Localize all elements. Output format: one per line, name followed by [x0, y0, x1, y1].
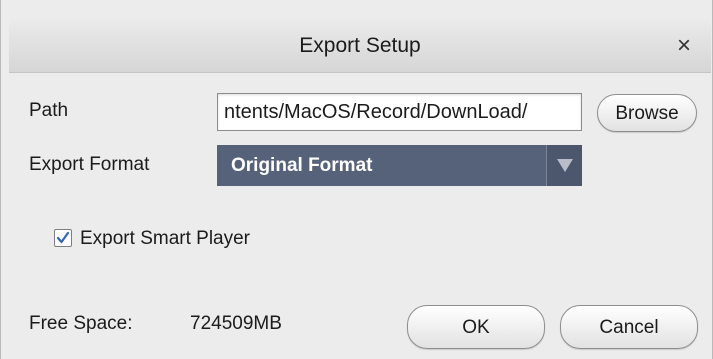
export-format-value: Original Format — [231, 155, 373, 176]
close-icon[interactable]: × — [669, 18, 699, 73]
checkmark-icon — [56, 231, 70, 244]
ok-button[interactable]: OK — [407, 305, 545, 349]
export-format-label: Export Format — [29, 154, 150, 175]
free-space-value: 724509MB — [190, 313, 282, 334]
dialog-title: Export Setup — [299, 34, 421, 57]
path-label: Path — [29, 100, 69, 121]
free-space-label: Free Space: — [29, 313, 133, 334]
export-smart-player-checkbox[interactable] — [54, 229, 72, 247]
title-bar: Export Setup × — [9, 18, 711, 73]
browse-button[interactable]: Browse — [597, 94, 697, 132]
export-setup-dialog: Export Setup × Path Browse Export Format… — [0, 0, 713, 359]
path-input[interactable] — [217, 93, 582, 131]
export-smart-player-label: Export Smart Player — [80, 228, 250, 249]
dropdown-arrow-icon[interactable] — [546, 145, 582, 186]
export-format-select[interactable]: Original Format — [217, 145, 582, 186]
cancel-button[interactable]: Cancel — [560, 305, 698, 349]
